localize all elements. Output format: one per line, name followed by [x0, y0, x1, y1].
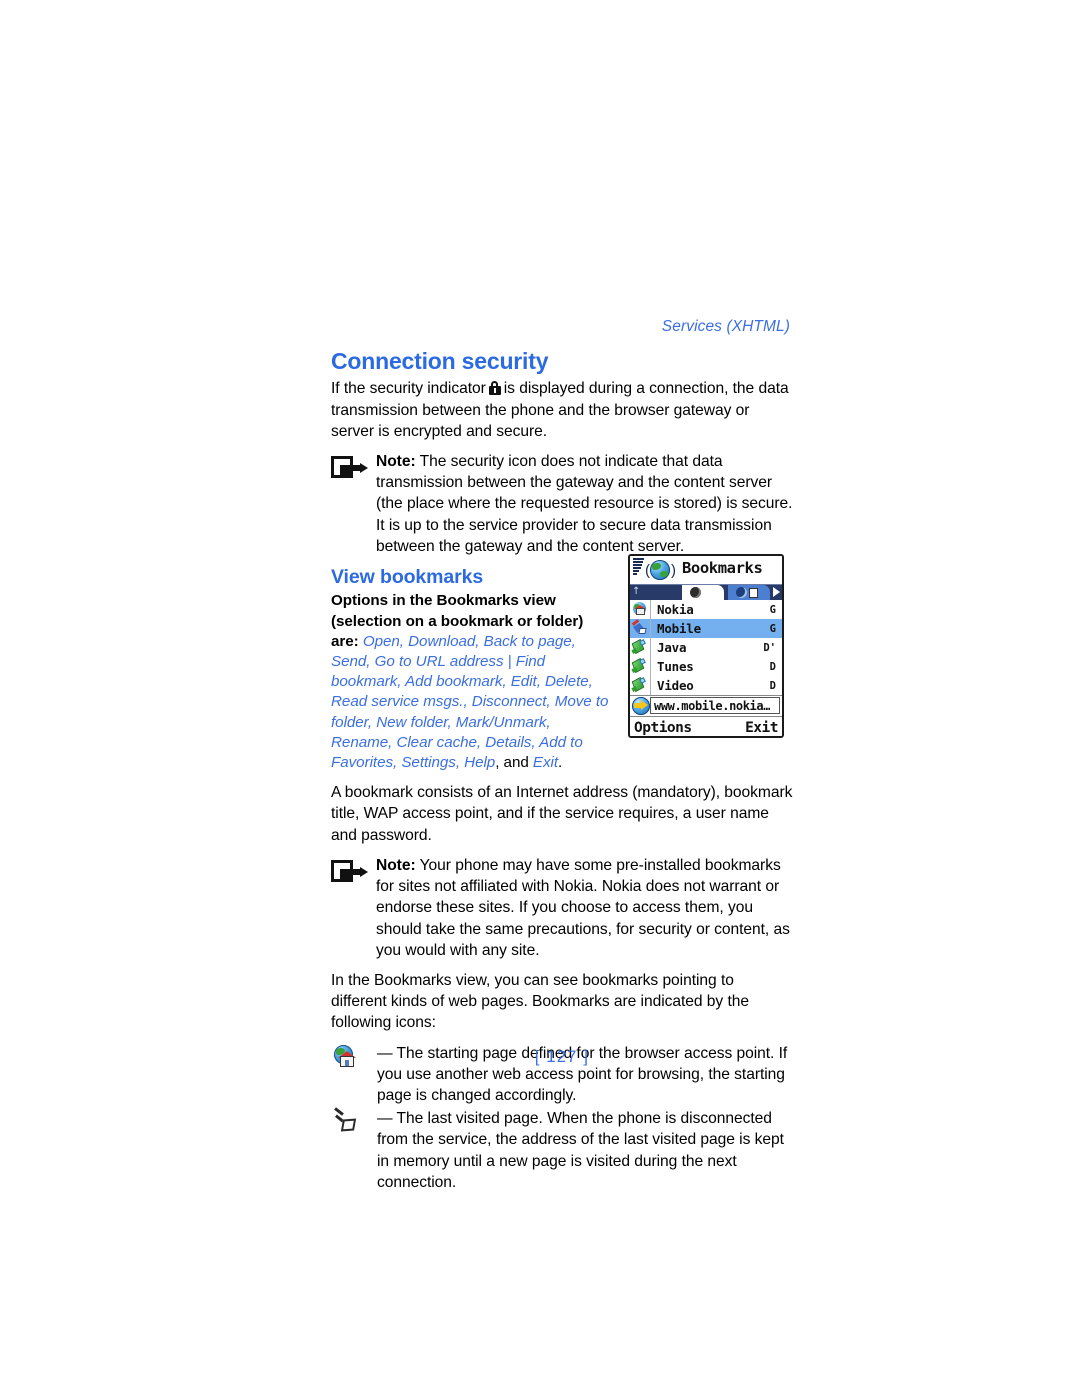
bookmarks-options-paragraph: Options in the Bookmarks view (selection… — [331, 591, 613, 773]
list-item-label: Mobile — [657, 621, 701, 636]
note-text-preinstalled: Note: Your phone may have some pre-insta… — [376, 857, 790, 959]
options-softkey[interactable]: Options — [634, 720, 692, 736]
options-tail-period: . — [558, 754, 563, 772]
go-to-url-icon — [632, 697, 650, 715]
list-item-label: Java — [657, 640, 687, 655]
security-lock-icon — [488, 381, 501, 396]
list-item-label: Video — [657, 678, 694, 693]
bookmark-tag-icon — [630, 638, 650, 657]
note-label: Note: — [376, 453, 416, 471]
note-callout-security: Note: The security icon does not indicat… — [331, 451, 793, 557]
list-divider — [650, 600, 651, 619]
pointer-icon — [630, 619, 650, 638]
note-text-security: Note: The security icon does not indicat… — [376, 453, 793, 555]
url-text: www.mobile.nokia… — [654, 698, 771, 713]
list-item-flag: D — [769, 660, 776, 673]
bookmark-tag-icon — [630, 676, 650, 695]
list-item-label: Nokia — [657, 602, 694, 617]
list-divider — [650, 619, 651, 638]
antenna-icon: ↑ — [632, 586, 641, 597]
list-item[interactable]: Nokia G — [630, 600, 782, 619]
list-item[interactable]: Java D' — [630, 638, 782, 657]
note-body: The security icon does not indicate that… — [376, 453, 793, 555]
pages-tab[interactable] — [728, 585, 770, 600]
connection-security-intro: If the security indicator is displayed du… — [331, 378, 793, 442]
running-head: Services (XHTML) — [661, 318, 790, 335]
phone-screenshot: ( ) Bookmarks ↑ Nokia G Mobile G Java D'… — [628, 554, 784, 738]
options-command-list: Open, Download, Back to page, Send, Go t… — [331, 632, 609, 772]
bookmark-tag-icon — [703, 588, 712, 598]
options-paragraph-column: Options in the Bookmarks view (selection… — [331, 591, 613, 773]
signal-strength-icon — [633, 558, 644, 579]
page-icon — [749, 588, 758, 598]
options-tail-and: , and — [495, 754, 533, 772]
globe-paren-right-icon: ) — [671, 562, 676, 579]
manual-page: Services (XHTML) Connection security If … — [0, 0, 1080, 1397]
pointer-last-visited-icon — [333, 1107, 365, 1136]
list-item-flag: G — [769, 622, 776, 635]
globe-tab-icon — [690, 587, 701, 598]
icons-intro-paragraph: In the Bookmarks view, you can see bookm… — [331, 971, 749, 1032]
note-body: Your phone may have some pre-installed b… — [376, 856, 790, 959]
page-number: [ 127 ] — [534, 1048, 590, 1066]
icon-legend-text: — The last visited page. When the phone … — [377, 1110, 784, 1191]
bookmark-definition-paragraph: A bookmark consists of an Internet addre… — [331, 784, 793, 844]
phone-title: Bookmarks — [682, 559, 763, 577]
list-item-selected[interactable]: Mobile G — [630, 619, 782, 638]
content-column: Connection security If the security indi… — [331, 348, 793, 1195]
url-field[interactable]: www.mobile.nokia… — [650, 697, 780, 714]
chevron-right-icon[interactable] — [773, 587, 780, 597]
note-label: Note: — [376, 856, 416, 874]
list-item[interactable]: Video D — [630, 676, 782, 695]
bookmarks-tab[interactable] — [682, 585, 724, 600]
phone-tab-bar: ↑ — [630, 584, 782, 600]
list-item-flag: G — [769, 603, 776, 616]
bookmark-tag-icon — [630, 657, 650, 676]
list-item-label: Tunes — [657, 659, 694, 674]
bookmarks-list: Nokia G Mobile G Java D' Tunes D Video D — [630, 600, 782, 695]
intro-text-before-lock: If the security indicator — [331, 380, 486, 398]
page-title-connection-security: Connection security — [331, 348, 549, 374]
icon-legend-item-last-visited: — The last visited page. When the phone … — [331, 1107, 793, 1193]
phone-softkey-bar: Options Exit — [630, 716, 782, 736]
globe-home-icon — [630, 600, 650, 619]
phone-title-bar: ( ) Bookmarks — [630, 556, 782, 584]
exit-softkey[interactable]: Exit — [745, 720, 778, 736]
url-bar[interactable]: www.mobile.nokia… — [630, 695, 782, 716]
list-divider — [650, 638, 651, 657]
options-tail-exit: Exit — [532, 754, 559, 772]
globe-icon — [650, 560, 670, 580]
list-item[interactable]: Tunes D — [630, 657, 782, 676]
list-divider — [650, 676, 651, 695]
globe-tab-icon — [736, 587, 747, 598]
list-item-flag: D — [769, 679, 776, 692]
list-item-flag: D' — [763, 641, 776, 654]
note-arrow-icon — [331, 455, 369, 479]
list-divider — [650, 657, 651, 676]
note-arrow-icon — [331, 859, 369, 883]
note-callout-preinstalled: Note: Your phone may have some pre-insta… — [331, 855, 793, 961]
